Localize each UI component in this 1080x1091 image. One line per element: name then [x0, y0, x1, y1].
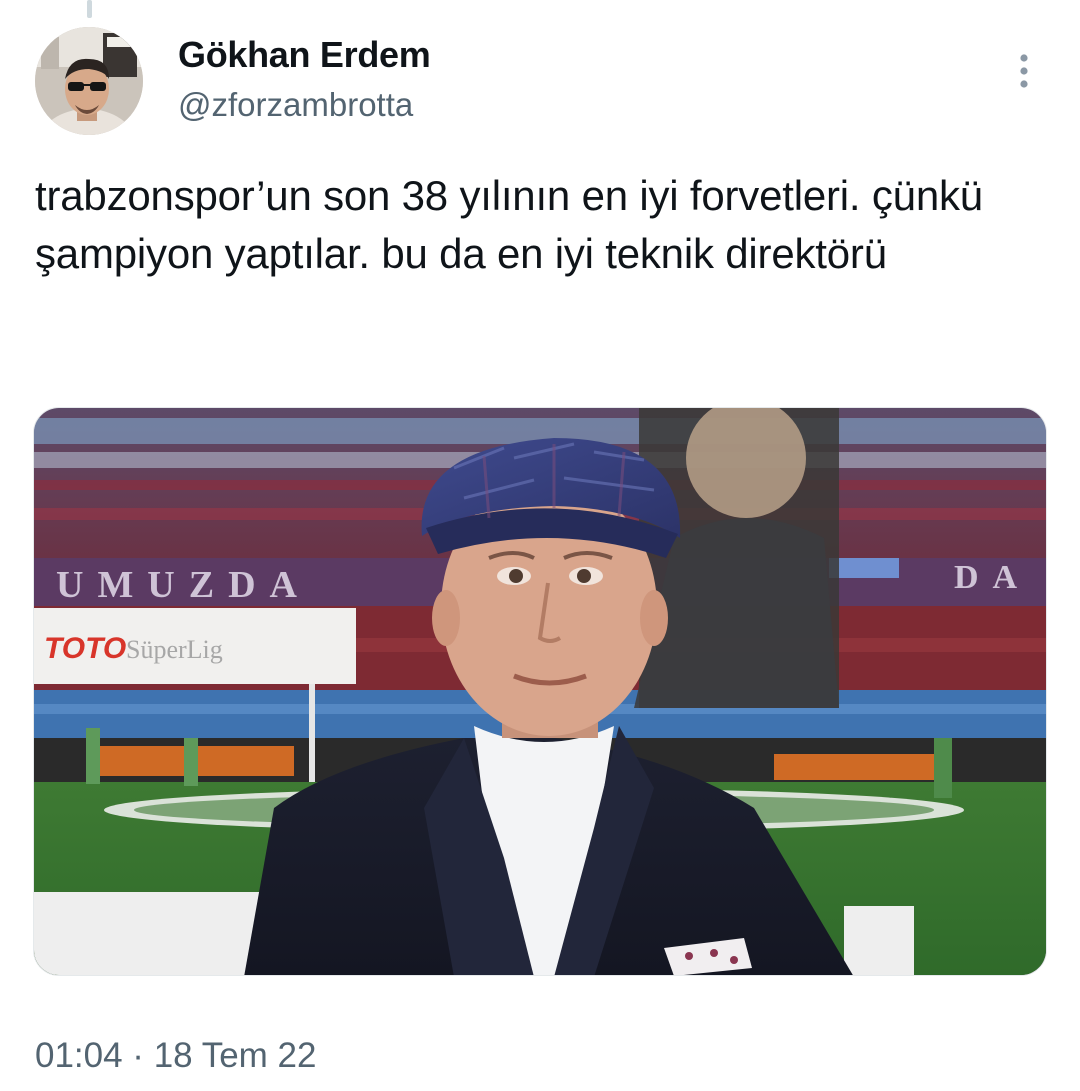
- thread-connector-line: [87, 0, 92, 18]
- sponsor-board-text: SüperLig: [126, 635, 223, 664]
- more-options-button[interactable]: [1006, 50, 1042, 92]
- stadium-banner-text: UMUZDA: [56, 564, 311, 606]
- author-avatar[interactable]: [35, 27, 143, 135]
- stadium-banner-text-right: DA: [954, 559, 1031, 596]
- avatar-image: [35, 27, 143, 135]
- stadium-photo: UMUZDA DA TOTO SüperLig: [34, 408, 1046, 975]
- tweet-timestamp[interactable]: 01:04 · 18 Tem 22: [35, 1036, 317, 1076]
- author-display-name[interactable]: Gökhan Erdem: [178, 34, 431, 76]
- more-vertical-icon: [1020, 54, 1028, 88]
- sponsor-board-text-red: TOTO: [44, 632, 126, 665]
- tweet-media-photo[interactable]: UMUZDA DA TOTO SüperLig: [33, 407, 1047, 976]
- author-handle[interactable]: @zforzambrotta: [178, 86, 413, 124]
- tweet-card: Gökhan Erdem @zforzambrotta trabzonspor’…: [0, 0, 1080, 1091]
- tweet-text: trabzonspor’un son 38 yılının en iyi for…: [35, 172, 983, 277]
